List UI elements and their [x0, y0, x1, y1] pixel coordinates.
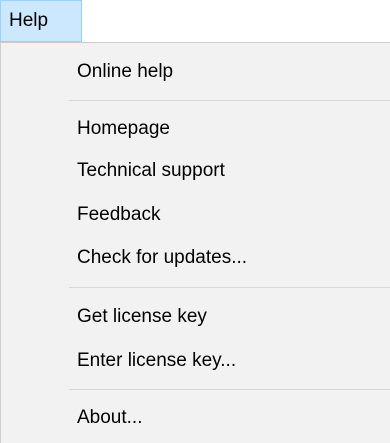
menu-item-enter-license-key[interactable]: Enter license key... — [77, 343, 390, 379]
menu-item-technical-support[interactable]: Technical support — [77, 153, 390, 189]
menu-item-check-for-updates[interactable]: Check for updates... — [77, 240, 390, 276]
help-menu-button[interactable]: Help — [0, 0, 82, 42]
menu-item-feedback[interactable]: Feedback — [77, 197, 390, 233]
menu-bar: Help — [0, 0, 390, 42]
menu-item-get-license-key[interactable]: Get license key — [77, 299, 390, 335]
menu-separator — [69, 100, 390, 101]
menu-separator — [69, 287, 390, 288]
menu-item-online-help[interactable]: Online help — [77, 54, 390, 90]
help-dropdown-menu: Online help Homepage Technical support F… — [0, 42, 390, 443]
menu-separator — [69, 389, 390, 390]
menu-item-about[interactable]: About... — [77, 400, 390, 436]
menu-item-homepage[interactable]: Homepage — [77, 111, 390, 147]
